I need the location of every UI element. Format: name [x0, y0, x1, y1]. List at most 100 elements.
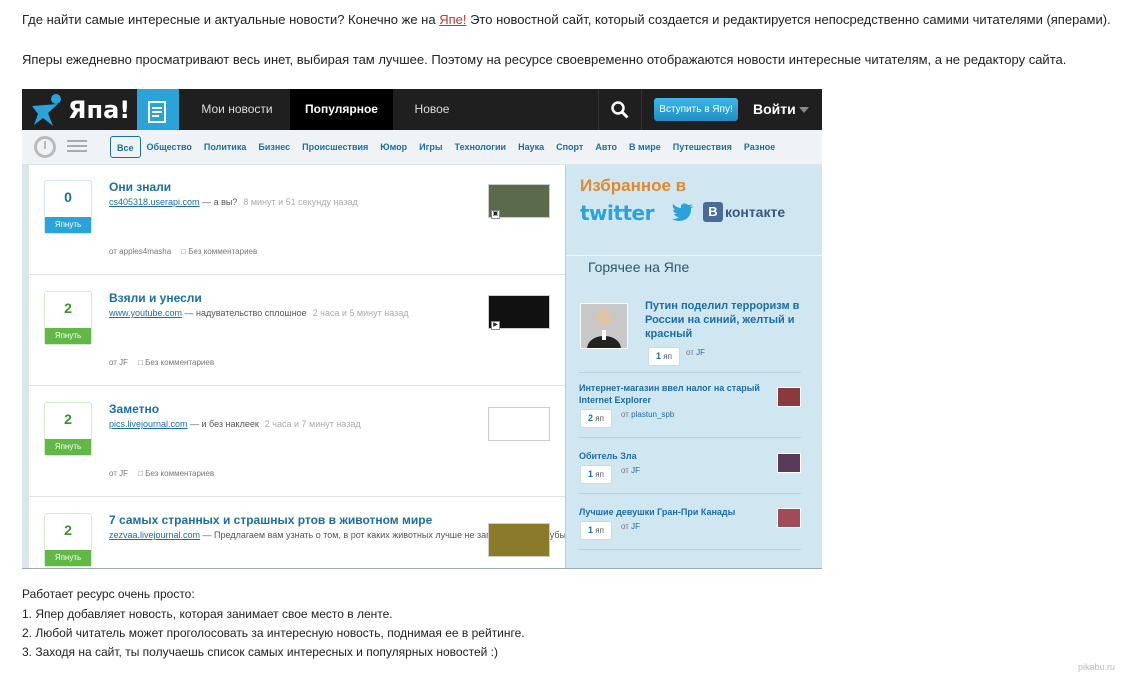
source-link[interactable]: cs405318.userapi.com	[109, 197, 200, 207]
news-desc: — и без наклеек	[187, 419, 259, 429]
author-link[interactable]: JF	[119, 358, 128, 367]
hot-item-thumb[interactable]	[777, 387, 801, 407]
category-tab[interactable]: Авто	[589, 136, 623, 158]
news-thumbnail[interactable]	[488, 407, 550, 441]
outro-line-2: 2. Любой читатель может проголосовать за…	[22, 626, 525, 640]
news-title[interactable]: Заметно	[109, 402, 159, 416]
top-navigation-bar: Япа! Мои новости Популярное Новое Вступи…	[22, 89, 822, 135]
category-list: Все Общество Политика Бизнес Происшествия Юмо…	[110, 136, 781, 158]
news-time: 2 часа и 5 минут назад	[312, 308, 409, 318]
category-tab[interactable]: Игры	[413, 136, 448, 158]
nav-popular[interactable]: Популярное	[290, 89, 393, 130]
vote-button[interactable]: Япнуть	[45, 328, 91, 344]
hot-item-title[interactable]: Интернет-магазин ввел налог на старый In…	[579, 382, 769, 406]
comments-link[interactable]: □ Без комментариев	[181, 247, 257, 256]
source-link[interactable]: pics.livejournal.com	[109, 419, 188, 429]
star-logo-icon	[32, 94, 61, 126]
yap-counter: 1 яп	[580, 465, 612, 484]
twitter-bird-icon[interactable]	[672, 203, 694, 221]
vote-count: 2	[64, 522, 72, 538]
hot-item-thumb[interactable]	[777, 453, 801, 473]
site-logo[interactable]: Япа!	[28, 92, 134, 128]
comments-link[interactable]: □ Без комментариев	[138, 469, 214, 478]
list-view-icon[interactable]	[67, 140, 87, 155]
author-link[interactable]: apples4masha	[119, 247, 171, 256]
vkontakte-link[interactable]: В контакте	[703, 202, 785, 222]
vote-box: 0 Япнуть	[44, 180, 92, 234]
add-news-button[interactable]	[137, 89, 179, 135]
vote-button[interactable]: Япнуть	[45, 439, 91, 455]
join-button[interactable]: Вступить в Япу!	[654, 98, 738, 121]
category-tab[interactable]: Общество	[141, 136, 198, 158]
hot-item-thumb[interactable]	[777, 508, 801, 528]
clock-icon[interactable]	[34, 136, 56, 158]
news-title[interactable]: Они знали	[109, 180, 171, 194]
author-link[interactable]: JF	[631, 522, 640, 531]
author-link[interactable]: JF	[119, 469, 128, 478]
news-item: 2 Япнуть Заметно pics.livejournal.com — и б…	[29, 387, 565, 497]
search-button[interactable]	[598, 89, 642, 130]
author-link[interactable]: JF	[631, 466, 640, 475]
outro-line-0: Работает ресурс очень просто:	[22, 587, 195, 601]
image-icon: ▣	[491, 210, 500, 219]
news-item: 0 Япнуть Они знали cs405318.userapi.com — а…	[29, 165, 565, 275]
news-source: zezvaa.livejournal.com — Предлагаем вам …	[109, 529, 822, 541]
vk-text: контакте	[725, 204, 786, 220]
category-tab[interactable]: В мире	[623, 136, 667, 158]
hot-item-byline: от JF	[621, 466, 641, 475]
category-tab[interactable]: Разное	[738, 136, 781, 158]
category-tab[interactable]: Технологии	[449, 136, 513, 158]
yap-counter: 1 яп	[648, 347, 680, 366]
news-thumbnail[interactable]	[488, 523, 550, 557]
category-tab[interactable]: Происшествия	[296, 136, 374, 158]
yapa-link[interactable]: Япе!	[439, 12, 466, 27]
vote-button[interactable]: Япнуть	[45, 550, 91, 566]
news-meta: от apples4masha □ Без комментариев	[109, 247, 258, 256]
logo-text: Япа!	[68, 96, 131, 124]
hot-item-title[interactable]: Путин поделил терроризм в России на сини…	[645, 299, 807, 341]
hot-item-title[interactable]: Обитель Зла	[579, 450, 769, 462]
news-source: cs405318.userapi.com — а вы? 8 минут и 51…	[109, 196, 479, 208]
hot-item-title[interactable]: Лучшие девушки Гран-При Канады	[579, 506, 769, 518]
play-icon: ▶	[491, 321, 500, 330]
news-time: 8 минут и 51 секунду назад	[243, 197, 358, 207]
category-tab[interactable]: Политика	[198, 136, 252, 158]
category-tab[interactable]: Все	[110, 136, 141, 158]
category-tab[interactable]: Бизнес	[252, 136, 296, 158]
login-button[interactable]: Войти	[753, 89, 796, 130]
vote-box: 2 Япнуть	[44, 402, 92, 456]
divider	[566, 255, 822, 256]
intro-text-after: Это новостной сайт, который создается и …	[466, 12, 1111, 27]
yap-counter: 2 яп	[580, 409, 612, 428]
divider	[579, 549, 801, 550]
news-item: 2 Япнуть 7 самых странных и страшных ртов …	[29, 498, 822, 568]
nav-new[interactable]: Новое	[393, 89, 471, 130]
category-tab[interactable]: Юмор	[374, 136, 413, 158]
category-tab[interactable]: Наука	[512, 136, 550, 158]
add-document-icon	[148, 101, 166, 123]
twitter-link[interactable]: twitter	[580, 201, 654, 225]
news-meta: от JF □ Без комментариев	[109, 358, 215, 367]
news-title[interactable]: 7 самых странных и страшных ртов в живот…	[109, 513, 432, 527]
category-tab[interactable]: Спорт	[550, 136, 589, 158]
hot-item-byline: от plastun_spb	[621, 410, 675, 419]
vote-count: 0	[64, 189, 72, 205]
author-link[interactable]: JF	[696, 348, 705, 357]
chevron-down-icon[interactable]	[799, 107, 809, 113]
news-desc: — надувательство сплошное	[182, 308, 307, 318]
news-title[interactable]: Взяли и унесли	[109, 291, 202, 305]
news-source: www.youtube.com — надувательство сплошно…	[109, 307, 479, 319]
source-link[interactable]: www.youtube.com	[109, 308, 182, 318]
vote-box: 2 Япнуть	[44, 291, 92, 345]
category-tab[interactable]: Путешествия	[667, 136, 738, 158]
comments-link[interactable]: □ Без комментариев	[138, 358, 214, 367]
divider	[579, 437, 801, 438]
vote-button[interactable]: Япнуть	[45, 217, 91, 233]
vote-count: 2	[64, 300, 72, 316]
nav-my-news[interactable]: Мои новости	[184, 89, 290, 130]
source-link[interactable]: zezvaa.livejournal.com	[109, 530, 200, 540]
author-link[interactable]: plastun_spb	[631, 410, 674, 419]
hot-item-photo[interactable]	[580, 303, 628, 349]
hot-item-byline: от JF	[621, 522, 641, 531]
outro-line-3: 3. Заходя на сайт, ты получаешь список с…	[22, 645, 498, 659]
